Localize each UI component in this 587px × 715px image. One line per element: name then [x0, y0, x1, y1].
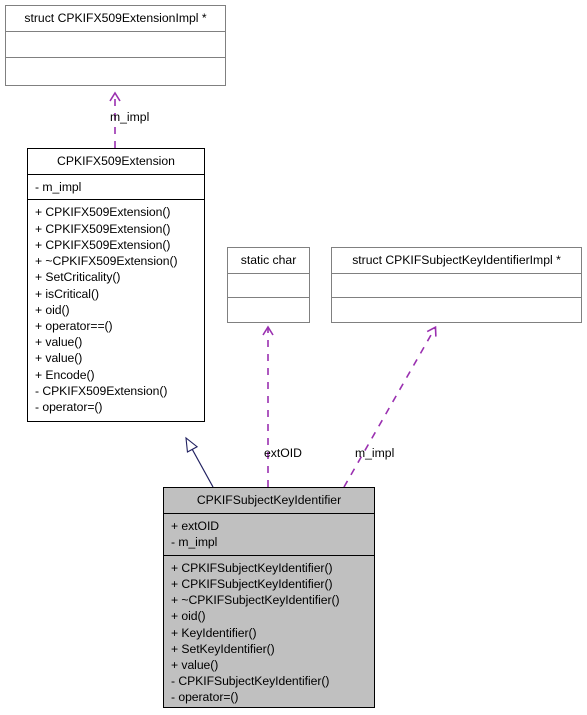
operation-row: - operator=() [171, 690, 239, 705]
operation-row: + operator==() [35, 319, 113, 333]
operation-row: + ~CPKIFSubjectKeyIdentifier() [171, 593, 340, 608]
node-title: static char [240, 253, 297, 267]
operation-row: + SetCriticality() [35, 270, 121, 285]
operation-row: + value() [35, 351, 83, 366]
attributes-compartment [6, 32, 225, 56]
inheritance-line [185, 436, 214, 488]
operation-row: + Encode() [35, 367, 95, 382]
attribute-row: - m_impl [171, 535, 218, 550]
edge-label-m-impl-bottom: m_impl [355, 446, 395, 460]
operation-row: + CPKIFSubjectKeyIdentifier() [171, 576, 333, 591]
attribute-row: - m_impl [35, 180, 82, 195]
node-x509-extension[interactable]: CPKIFX509Extension - m_impl + CPKIFX509E… [27, 148, 205, 422]
operation-row: + CPKIFSubjectKeyIdentifier() [171, 560, 333, 575]
operations-compartment [6, 58, 225, 86]
edge-label-ext-oid: extOID [264, 446, 302, 460]
attributes-compartment: - m_impl [28, 175, 204, 199]
edge-extension-to-subject [185, 436, 214, 488]
operation-row: - CPKIFX509Extension() [35, 383, 168, 398]
operation-row: + ~CPKIFX509Extension() [35, 254, 178, 269]
operations-compartment [228, 298, 309, 322]
attributes-compartment: + extOID - m_impl [164, 514, 374, 554]
attribute-row: + extOID [171, 519, 220, 534]
node-title: CPKIFX509Extension [57, 154, 175, 168]
operations-compartment: + CPKIFSubjectKeyIdentifier() + CPKIFSub… [164, 556, 374, 710]
operation-row: + CPKIFX509Extension() [35, 221, 171, 236]
node-x509-extension-impl[interactable]: struct CPKIFX509ExtensionImpl * [5, 5, 226, 86]
edge-ski-impl-to-subject [343, 325, 437, 488]
node-subject-key-identifier[interactable]: CPKIFSubjectKeyIdentifier + extOID - m_i… [163, 487, 375, 708]
attributes-compartment [332, 274, 581, 297]
edge-label-m-impl-top: m_impl [110, 110, 150, 124]
node-title: CPKIFSubjectKeyIdentifier [196, 493, 342, 507]
operation-row: - CPKIFSubjectKeyIdentifier() [171, 674, 330, 689]
node-title: struct CPKIFX509ExtensionImpl * [24, 11, 207, 25]
node-static-char[interactable]: static char [227, 247, 310, 323]
uml-class-diagram: struct CPKIFX509ExtensionImpl * --> stat… [0, 0, 587, 715]
node-subject-key-identifier-impl[interactable]: struct CPKIFSubjectKeyIdentifierImpl * [331, 247, 582, 323]
operation-row: - operator=() [35, 400, 103, 415]
node-title: struct CPKIFSubjectKeyIdentifierImpl * [352, 253, 561, 267]
operations-compartment [332, 298, 581, 322]
operation-row: + CPKIFX509Extension() [35, 205, 171, 220]
operation-row: + value() [171, 658, 219, 672]
operation-row: + value() [35, 335, 83, 350]
operation-row: + SetKeyIdentifier() [171, 641, 275, 656]
dependency-line-m-impl-bottom [343, 325, 437, 488]
attributes-compartment [228, 274, 309, 297]
operation-row: + oid() [35, 302, 70, 317]
operation-row: + KeyIdentifier() [171, 625, 257, 640]
operation-row: + CPKIFX509Extension() [35, 237, 171, 252]
operation-row: + isCritical() [35, 286, 99, 301]
operations-compartment: + CPKIFX509Extension() + CPKIFX509Extens… [28, 200, 204, 419]
operation-row: + oid() [171, 609, 206, 624]
